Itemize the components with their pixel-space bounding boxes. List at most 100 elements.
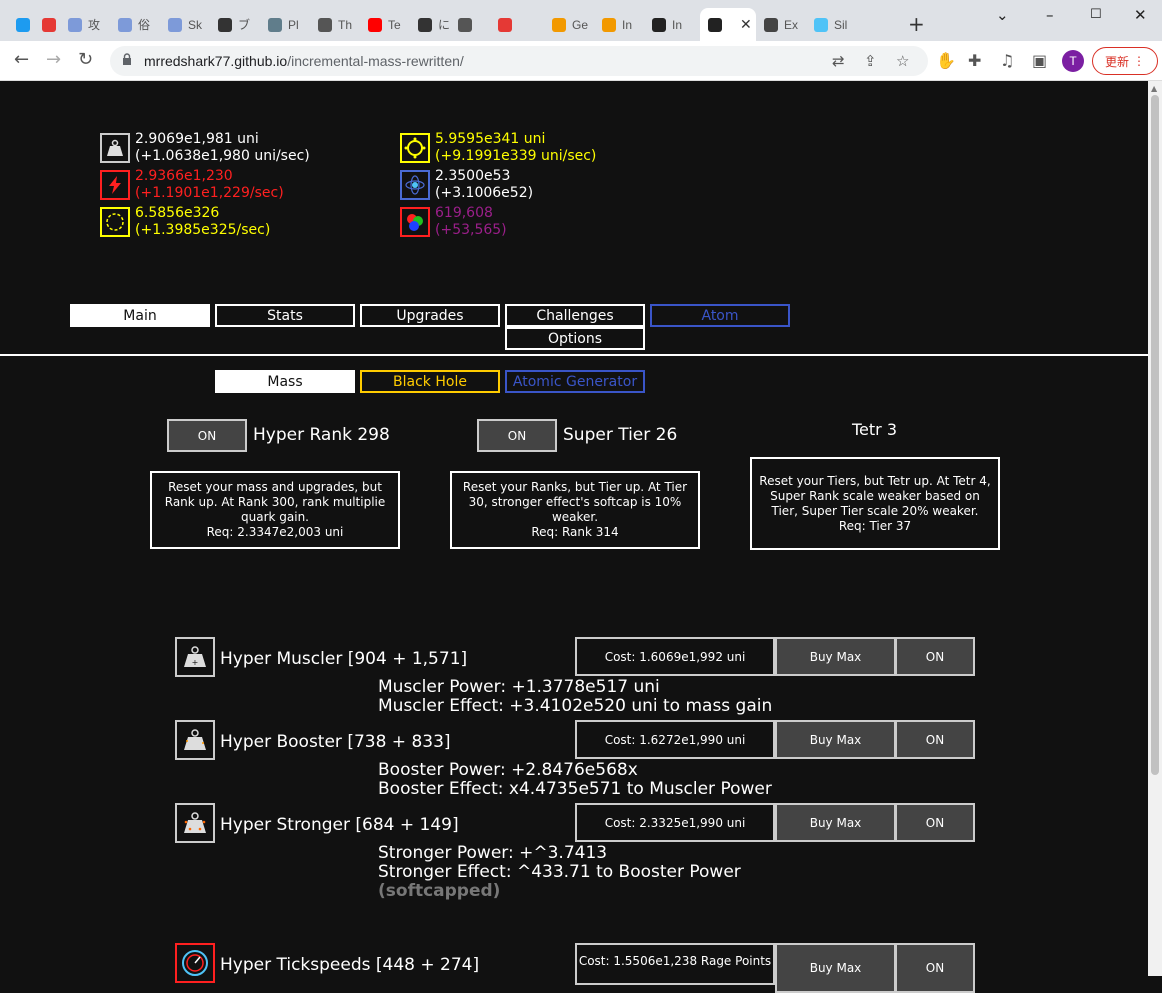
browser-tab[interactable]: Pl: [260, 8, 310, 41]
address-bar[interactable]: mrredshark77.github.io/incremental-mass-…: [110, 46, 928, 76]
tetr-desc: Reset your Tiers, but Tetr up. At Tetr 4…: [759, 473, 991, 518]
subtab-mass[interactable]: Mass: [215, 370, 355, 393]
tab-close-icon[interactable]: ✕: [740, 16, 752, 33]
browser-tab[interactable]: In: [594, 8, 644, 41]
tab-favicon-icon: [458, 17, 472, 32]
tab-upgrades[interactable]: Upgrades: [360, 304, 500, 327]
window-close-button[interactable]: ✕: [1134, 6, 1147, 24]
tetr-reset-button[interactable]: Reset your Tiers, but Tetr up. At Tetr 4…: [750, 457, 1000, 550]
reload-icon[interactable]: ↻: [78, 49, 93, 70]
stronger-auto-toggle[interactable]: ON: [895, 803, 975, 842]
subtab-black-hole[interactable]: Black Hole: [360, 370, 500, 393]
black-hole-icon: [400, 133, 430, 163]
muscler-power: Muscler Power: +1.3778e517 uni: [378, 677, 660, 697]
tab-title: Sil: [834, 17, 848, 32]
update-button[interactable]: 更新 ⋮: [1092, 47, 1158, 75]
rank-reset-button[interactable]: Reset your mass and upgrades, but Rank u…: [150, 471, 400, 549]
tab-options[interactable]: Options: [505, 327, 645, 350]
browser-tab[interactable]: 攻: [60, 8, 110, 41]
muscler-buy-button[interactable]: Cost: 1.6069e1,992 uni: [575, 637, 775, 676]
tickspeed-buy-button[interactable]: Cost: 1.5506e1,238 Rage Points: [575, 943, 775, 985]
tab-favicon-icon: [418, 17, 432, 32]
browser-tab[interactable]: Th: [310, 8, 360, 41]
new-tab-button[interactable]: +: [908, 12, 925, 36]
browser-tab[interactable]: Sil: [806, 8, 856, 41]
muscler-buy-max-button[interactable]: Buy Max: [775, 637, 896, 676]
tier-auto-toggle[interactable]: ON: [477, 419, 557, 452]
tab-favicon-icon: [218, 17, 232, 32]
bookmark-star-icon[interactable]: ☆: [896, 52, 909, 70]
muscler-auto-toggle[interactable]: ON: [895, 637, 975, 676]
quark-resource: 619,608 (+53,565): [400, 205, 507, 239]
browser-tab-strip: 攻 俗 Sk ブ Pl Th Te に Ge In In ✕ Ex Sil + ⌄ – ☐ ✕: [0, 0, 1162, 41]
browser-tab[interactable]: [34, 8, 60, 41]
browser-tab[interactable]: [8, 8, 34, 41]
browser-tab[interactable]: Te: [360, 8, 410, 41]
media-control-icon[interactable]: ♫: [1000, 51, 1014, 70]
browser-tab[interactable]: Ge: [544, 8, 594, 41]
tab-title: Sk: [188, 17, 203, 32]
tickspeed-buy-max-button[interactable]: Buy Max: [775, 943, 896, 993]
stronger-buy-button[interactable]: Cost: 2.3325e1,990 uni: [575, 803, 775, 842]
dark-matter-icon: [100, 207, 130, 237]
side-panel-icon[interactable]: ▣: [1032, 51, 1047, 70]
mass-value: 2.9069e1,981 uni: [135, 131, 259, 147]
tickspeed-auto-toggle[interactable]: ON: [895, 943, 975, 993]
browser-tab[interactable]: In: [644, 8, 700, 41]
tier-title: Super Tier 26: [563, 425, 678, 445]
subtab-atomic-generator[interactable]: Atomic Generator: [505, 370, 645, 393]
tab-favicon-icon: [602, 17, 616, 32]
rage-resource: 2.9366e1,230 (+1.1901e1,229/sec): [100, 168, 284, 202]
game-page: 2.9069e1,981 uni (+1.0638e1,980 uni/sec) …: [0, 81, 1148, 993]
extension-adblock-icon[interactable]: ✋: [936, 51, 956, 70]
tab-stats[interactable]: Stats: [215, 304, 355, 327]
browser-tab[interactable]: ✕: [700, 8, 756, 41]
tab-atom[interactable]: Atom: [650, 304, 790, 327]
tab-favicon-icon: [16, 17, 30, 32]
browser-tab[interactable]: 俗: [110, 8, 160, 41]
tab-title: ブ: [238, 18, 251, 32]
browser-tab[interactable]: [450, 8, 490, 41]
booster-buy-max-button[interactable]: Buy Max: [775, 720, 896, 759]
muscler-description: Muscler Power: +1.3778e517 uni Muscler E…: [378, 678, 772, 716]
black-hole-rate: (+9.1991e339 uni/sec): [435, 148, 597, 164]
translate-icon[interactable]: ⇄: [832, 52, 845, 70]
minimize-button[interactable]: –: [1046, 6, 1054, 24]
stronger-name: Hyper Stronger [684 + 149]: [220, 815, 459, 835]
tab-main[interactable]: Main: [70, 304, 210, 327]
booster-auto-toggle[interactable]: ON: [895, 720, 975, 759]
maximize-button[interactable]: ☐: [1090, 7, 1102, 22]
rank-desc: Reset your mass and upgrades, but Rank u…: [164, 480, 386, 524]
booster-power: Booster Power: +2.8476e568x: [378, 760, 638, 780]
rage-rate: (+1.1901e1,229/sec): [135, 185, 284, 201]
browser-tab[interactable]: ブ: [210, 8, 260, 41]
browser-tab[interactable]: Ex: [756, 8, 806, 41]
quark-icon: [400, 207, 430, 237]
softcapped-label: (softcapped): [378, 881, 501, 901]
tier-reset-button[interactable]: Reset your Ranks, but Tier up. At Tier 3…: [450, 471, 700, 549]
extensions-puzzle-icon[interactable]: ✚: [968, 51, 981, 70]
dark-matter-value: 6.5856e326: [135, 205, 220, 221]
rank-auto-toggle[interactable]: ON: [167, 419, 247, 452]
dark-matter-rate: (+1.3985e325/sec): [135, 222, 271, 238]
booster-name: Hyper Booster [738 + 833]: [220, 732, 451, 752]
back-icon[interactable]: ←: [14, 49, 29, 70]
lock-icon: [123, 53, 131, 65]
booster-buy-button[interactable]: Cost: 1.6272e1,990 uni: [575, 720, 775, 759]
browser-tab[interactable]: Sk: [160, 8, 210, 41]
browser-tab[interactable]: に: [410, 8, 450, 41]
rage-value: 2.9366e1,230: [135, 168, 233, 184]
forward-icon[interactable]: →: [46, 49, 61, 70]
browser-tab[interactable]: [490, 8, 544, 41]
tab-challenges[interactable]: Challenges: [505, 304, 645, 327]
black-hole-resource: 5.9595e341 uni (+9.1991e339 uni/sec): [400, 131, 596, 165]
mass-weight-icon: [100, 133, 130, 163]
share-icon[interactable]: ⇪: [864, 52, 877, 70]
tab-title: 俗: [138, 18, 151, 32]
scrollbar-thumb[interactable]: [1151, 95, 1159, 775]
tab-search-icon[interactable]: ⌄: [996, 6, 1009, 24]
tab-favicon-icon: [268, 17, 282, 32]
scroll-up-arrow-icon[interactable]: ▲: [1151, 84, 1157, 93]
stronger-buy-max-button[interactable]: Buy Max: [775, 803, 896, 842]
profile-avatar[interactable]: T: [1062, 50, 1084, 72]
